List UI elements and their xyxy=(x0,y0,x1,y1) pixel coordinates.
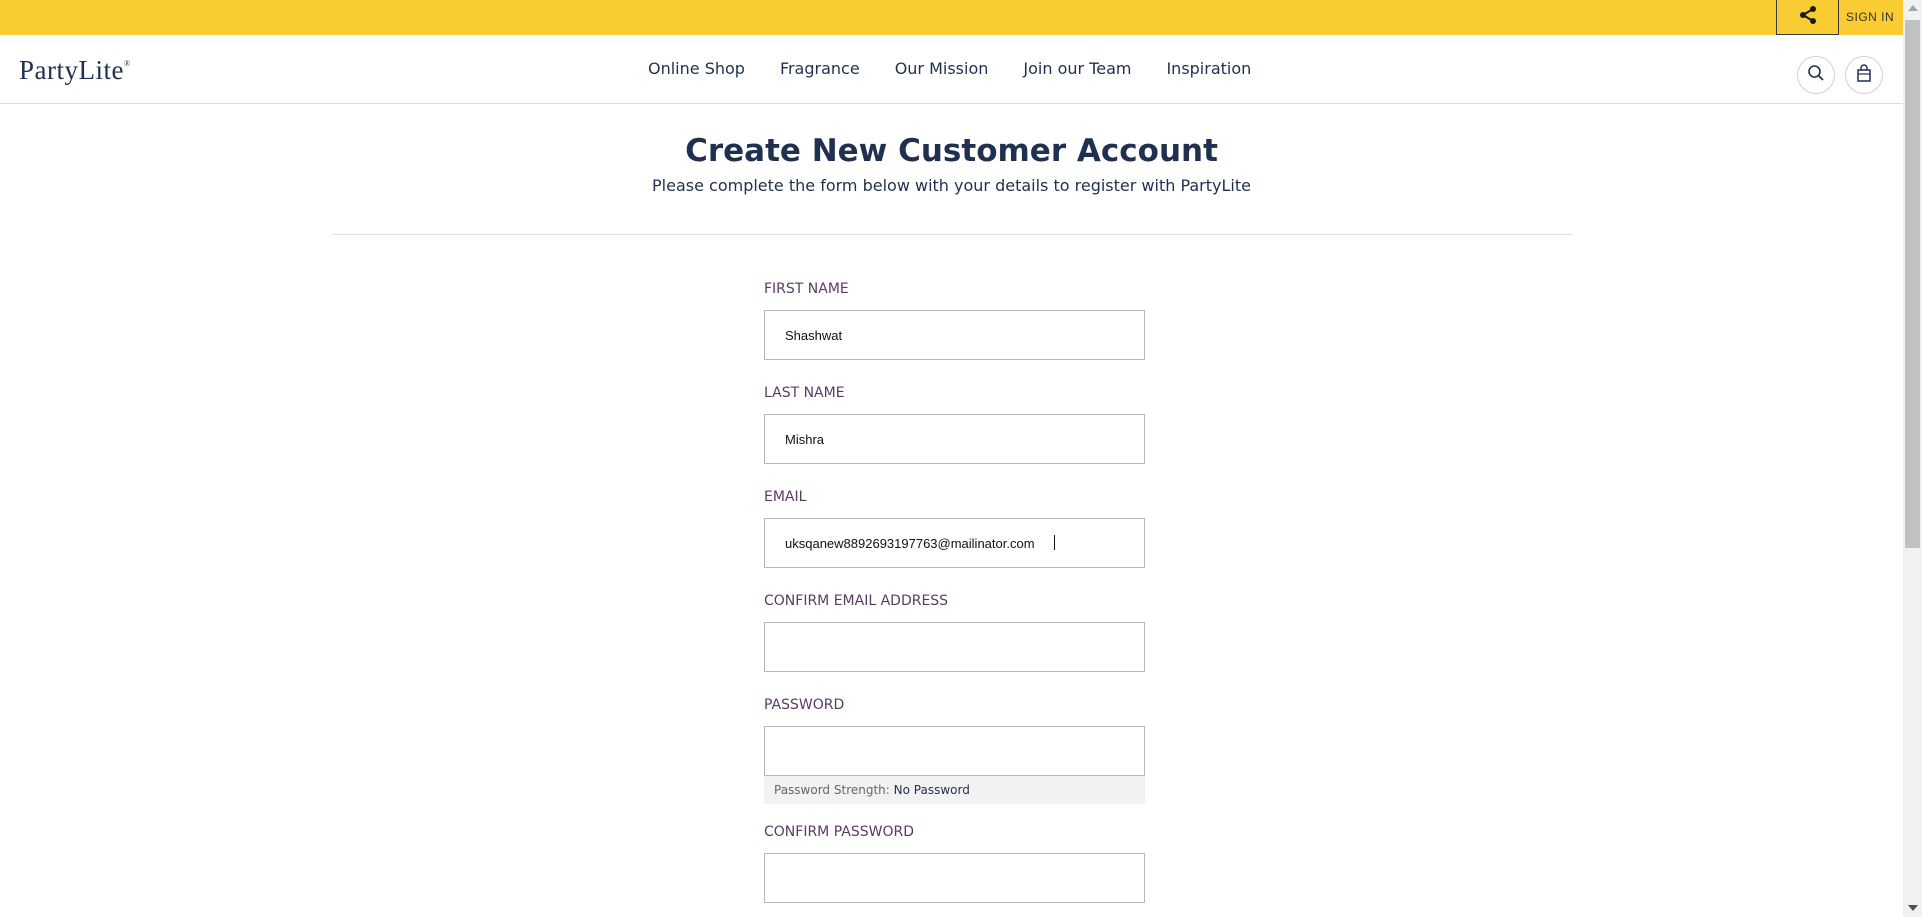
site-header: PartyLite® Online Shop Fragrance Our Mis… xyxy=(0,35,1903,104)
page-scrollbar[interactable] xyxy=(1903,0,1922,917)
text-caret xyxy=(1054,535,1055,550)
nav-inspiration[interactable]: Inspiration xyxy=(1166,59,1251,78)
shopping-bag-icon xyxy=(1856,64,1872,86)
nav-our-mission[interactable]: Our Mission xyxy=(895,59,989,78)
page-title: Create New Customer Account xyxy=(685,133,1218,169)
sign-in-link[interactable]: SIGN IN xyxy=(1846,0,1894,35)
cart-button[interactable] xyxy=(1845,56,1883,94)
divider xyxy=(333,234,1573,235)
last-name-input[interactable] xyxy=(764,414,1145,464)
main-nav: Online Shop Fragrance Our Mission Join o… xyxy=(648,59,1286,78)
confirm-email-input[interactable] xyxy=(764,622,1145,672)
password-input[interactable] xyxy=(764,726,1145,776)
logo-registered-mark: ® xyxy=(123,59,131,68)
email-input[interactable] xyxy=(764,518,1145,568)
nav-online-shop[interactable]: Online Shop xyxy=(648,59,745,78)
password-strength-label: Password Strength: xyxy=(774,783,890,797)
share-icon xyxy=(1798,5,1818,29)
scrollbar-thumb[interactable] xyxy=(1905,20,1920,548)
confirm-password-label: CONFIRM PASSWORD xyxy=(764,824,914,840)
scroll-up-arrow-icon[interactable] xyxy=(1908,5,1918,11)
top-bar: SIGN IN xyxy=(0,0,1903,35)
email-label: EMAIL xyxy=(764,489,807,505)
password-label: PASSWORD xyxy=(764,697,845,713)
page-subtitle: Please complete the form below with your… xyxy=(652,176,1251,195)
password-strength-value: No Password xyxy=(893,783,970,797)
first-name-label: FIRST NAME xyxy=(764,281,849,297)
search-button[interactable] xyxy=(1797,56,1835,94)
first-name-input[interactable] xyxy=(764,310,1145,360)
search-icon xyxy=(1807,64,1825,86)
password-strength-meter: Password Strength: No Password xyxy=(764,776,1145,804)
logo-text: PartyLite xyxy=(19,55,124,85)
nav-fragrance[interactable]: Fragrance xyxy=(780,59,860,78)
partylite-logo[interactable]: PartyLite® xyxy=(19,55,131,86)
share-button[interactable] xyxy=(1776,0,1839,35)
confirm-password-input[interactable] xyxy=(764,853,1145,903)
scroll-down-arrow-icon[interactable] xyxy=(1908,905,1918,911)
nav-join-our-team[interactable]: Join our Team xyxy=(1023,59,1131,78)
confirm-email-label: CONFIRM EMAIL ADDRESS xyxy=(764,593,949,609)
last-name-label: LAST NAME xyxy=(764,385,845,401)
